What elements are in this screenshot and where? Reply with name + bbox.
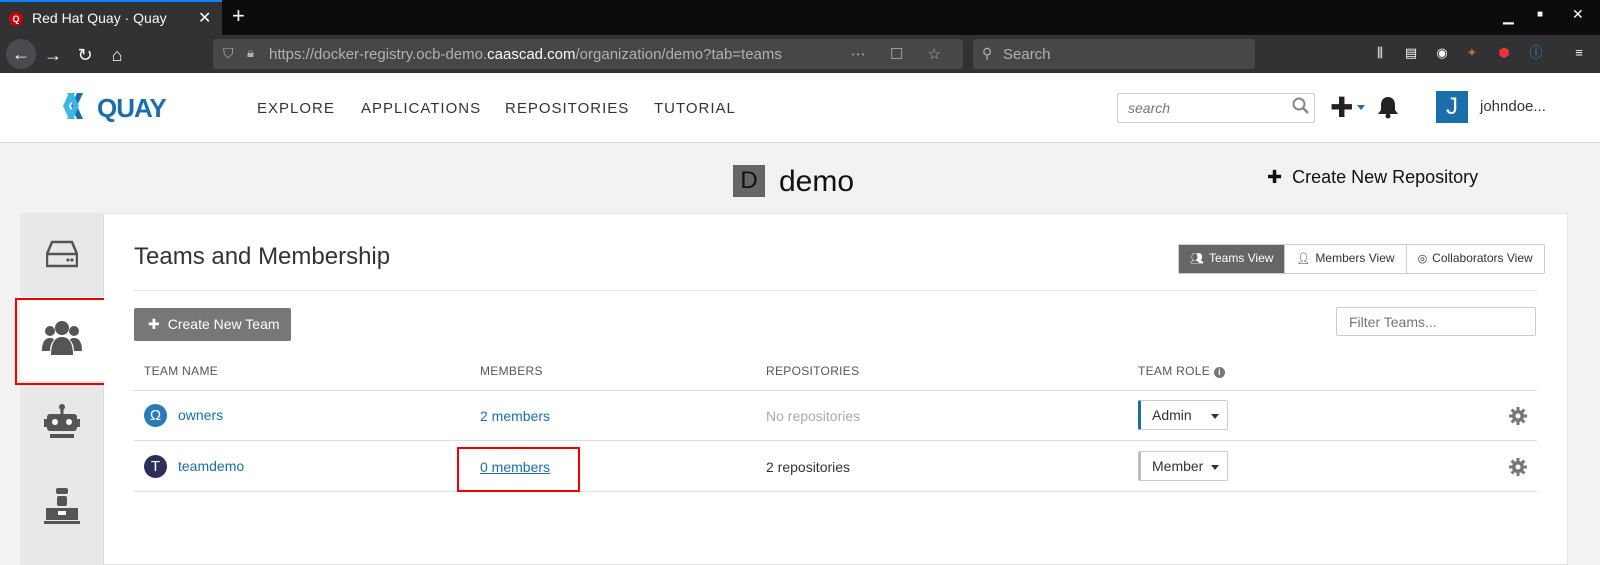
org-side-tabs — [20, 213, 104, 565]
plus-icon: ✚ — [1267, 167, 1283, 187]
hard-drive-icon — [46, 240, 78, 268]
maximize-icon[interactable]: ■ — [1537, 9, 1543, 20]
user-avatar[interactable]: J — [1436, 91, 1468, 123]
org-avatar: D — [733, 165, 765, 197]
quay-logo[interactable]: QUAY — [63, 91, 167, 123]
tab-default-permissions[interactable] — [20, 465, 104, 549]
team-role-select[interactable]: Member — [1138, 451, 1228, 481]
repositories-count: No repositories — [766, 408, 861, 424]
user-icon: 👤︎ — [1296, 253, 1311, 265]
view-toggle-group: 👥︎ Teams View 👤︎ Members View ◎ Collaborato… — [1178, 244, 1545, 274]
users-icon: 👥︎ — [1190, 253, 1204, 265]
search-icon[interactable] — [1292, 97, 1310, 120]
browser-tab-bar: Q Red Hat Quay · Quay ✕ + ▁ ■ ✕ — [0, 0, 1600, 35]
divider — [134, 390, 1537, 391]
chevron-down-icon[interactable] — [1357, 105, 1365, 110]
app-header: QUAY EXPLORE APPLICATIONS REPOSITORIES T… — [0, 73, 1600, 143]
info-icon[interactable]: i — [1214, 367, 1226, 378]
create-repository-button[interactable]: ✚ Create New Repository — [1267, 167, 1478, 188]
teams-view-button[interactable]: 👥︎ Teams View — [1179, 245, 1285, 273]
page-title: Teams and Membership — [134, 243, 391, 270]
divider — [134, 290, 1537, 291]
window-close-icon[interactable]: ✕ — [1572, 6, 1584, 23]
sidebar-icon[interactable]: ▤ — [1402, 44, 1420, 62]
account-icon[interactable]: ◉ — [1433, 44, 1451, 62]
members-link-highlight-box — [457, 447, 580, 492]
teams-tab-highlight-box — [15, 298, 108, 385]
nav-repositories[interactable]: REPOSITORIES — [505, 100, 629, 117]
library-icon[interactable]: ⫼ — [1371, 44, 1389, 62]
minimize-icon[interactable]: ▁ — [1503, 8, 1514, 25]
tab-repositories[interactable] — [20, 213, 104, 297]
robot-icon — [44, 404, 80, 438]
url-bar[interactable]: ⛉ 🔒︎ https://docker-registry.ocb-demo.ca… — [213, 39, 963, 69]
browser-nav-bar: ← → ↻ ⌂ ⛉ 🔒︎ https://docker-registry.ocb… — [0, 35, 1600, 73]
close-tab-icon[interactable]: ✕ — [198, 8, 211, 28]
user-menu[interactable]: johndoe... — [1480, 98, 1546, 115]
column-header-team-name[interactable]: TEAM NAME — [144, 364, 218, 378]
team-avatar: T — [144, 455, 167, 478]
tab-title: Red Hat Quay · Quay — [32, 10, 167, 26]
column-header-repositories[interactable]: REPOSITORIES — [766, 364, 859, 378]
collaborators-view-button[interactable]: ◎ Collaborators View — [1405, 245, 1544, 273]
home-icon[interactable]: ⌂ — [104, 42, 130, 68]
nav-tutorial[interactable]: TUTORIAL — [654, 100, 736, 117]
create-plus-icon[interactable]: ✚ — [1330, 91, 1353, 124]
browser-search-bar[interactable]: ⚲ Search — [973, 39, 1255, 69]
menu-icon[interactable]: ≡ — [1570, 44, 1588, 62]
url-text[interactable]: https://docker-registry.ocb-demo.caascad… — [269, 46, 782, 63]
user-desk-icon — [44, 488, 80, 524]
user-circle-icon: ◎ — [1417, 253, 1428, 265]
bell-icon[interactable] — [1377, 95, 1399, 124]
password-manager-icon[interactable]: ⓘ — [1527, 44, 1545, 62]
divider — [134, 491, 1537, 492]
gear-icon[interactable] — [1509, 407, 1527, 430]
team-name-link[interactable]: owners — [178, 407, 223, 423]
chevron-down-icon — [1211, 414, 1219, 419]
quay-logo-icon — [63, 93, 83, 119]
chevron-down-icon — [1211, 465, 1219, 470]
ublock-icon[interactable]: ⬢ — [1495, 44, 1513, 62]
team-avatar: Ω — [144, 404, 167, 427]
page-actions-icon[interactable]: ⋯ ☐ ☆ — [851, 45, 951, 63]
extension-icon[interactable]: ✦ — [1463, 44, 1481, 62]
column-header-team-role[interactable]: TEAM ROLE i — [1138, 364, 1226, 378]
gear-icon[interactable] — [1509, 458, 1527, 481]
new-tab-icon[interactable]: + — [232, 3, 245, 29]
nav-applications[interactable]: APPLICATIONS — [361, 100, 481, 117]
team-role-select[interactable]: Admin — [1138, 400, 1228, 430]
quay-favicon-icon: Q — [9, 12, 23, 26]
filter-teams-input[interactable] — [1336, 307, 1536, 336]
members-view-button[interactable]: 👤︎ Members View — [1284, 245, 1406, 273]
org-name: demo — [779, 165, 855, 198]
reload-icon[interactable]: ↻ — [72, 42, 98, 68]
header-search-input[interactable] — [1117, 93, 1315, 123]
repositories-count[interactable]: 2 repositories — [766, 459, 850, 475]
back-arrow-icon[interactable]: ← — [6, 39, 36, 69]
members-link[interactable]: 2 members — [480, 408, 550, 424]
divider — [134, 440, 1537, 441]
team-name-link[interactable]: teamdemo — [178, 458, 244, 474]
tracking-shield-icon[interactable]: ⛉ — [223, 45, 234, 62]
plus-icon: ✚ — [148, 316, 160, 332]
column-header-members[interactable]: MEMBERS — [480, 364, 543, 378]
create-team-button[interactable]: ✚ Create New Team — [134, 308, 291, 341]
browser-tab[interactable]: Q Red Hat Quay · Quay ✕ — [0, 0, 222, 35]
search-icon: ⚲ — [982, 45, 993, 61]
nav-explore[interactable]: EXPLORE — [257, 100, 335, 117]
tab-robot-accounts[interactable] — [20, 381, 104, 465]
lock-icon[interactable]: 🔒︎ — [247, 45, 254, 61]
forward-arrow-icon[interactable]: → — [40, 42, 66, 68]
browser-search-placeholder: Search — [1003, 46, 1051, 63]
